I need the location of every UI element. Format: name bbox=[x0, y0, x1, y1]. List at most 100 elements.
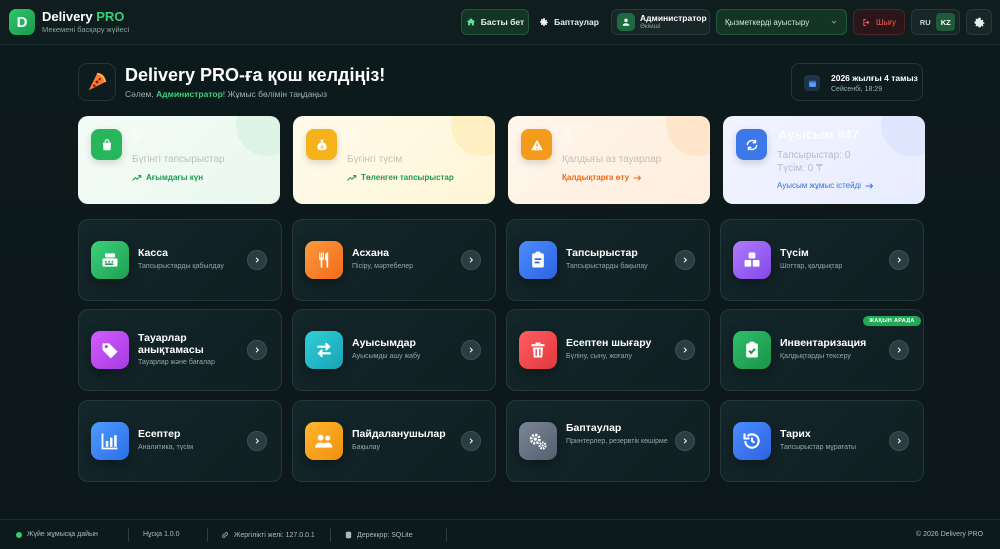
stat-label: Бүгінгі тапсырыстар bbox=[132, 154, 225, 165]
tile-write-off[interactable]: Есептен шығару Бүліну, сыну, жоғалу bbox=[506, 309, 710, 391]
clipboard-icon bbox=[519, 241, 557, 279]
lang-ru-button[interactable]: RU bbox=[916, 13, 935, 31]
top-header: D Delivery PRO Мекемені басқару жүйесі Б… bbox=[0, 0, 1000, 45]
database-icon bbox=[345, 531, 352, 539]
tile-title: Тапсырыстар bbox=[566, 247, 638, 259]
tile-title: Тауарлар анықтамасы bbox=[138, 332, 204, 357]
tile-history[interactable]: Тарих Тапсырыстар мұрағаты bbox=[720, 400, 924, 482]
stat-value: 0 bbox=[348, 127, 356, 143]
pizza-icon bbox=[78, 63, 116, 101]
version-info: Нұсқа 1.0.0 bbox=[143, 531, 180, 538]
stat-label: Бүгінгі түсім bbox=[347, 154, 403, 165]
arrow-right-icon bbox=[633, 174, 642, 181]
money-bag-icon: $ bbox=[306, 129, 337, 160]
refresh-icon bbox=[736, 129, 767, 160]
trend-up-icon bbox=[347, 174, 357, 181]
chevron-right-icon[interactable] bbox=[247, 250, 267, 270]
settings-button[interactable]: Баптаулар bbox=[535, 9, 603, 35]
logout-button[interactable]: Шығу bbox=[853, 9, 905, 35]
tile-description: Аналитика, түсім bbox=[138, 444, 194, 451]
tile-description: Тапсырыстарды қабылдау bbox=[138, 263, 224, 270]
chevron-right-icon[interactable] bbox=[247, 340, 267, 360]
warning-icon bbox=[521, 129, 552, 160]
stat-value: 0 bbox=[563, 127, 571, 143]
stat-card-shift: Ауысым #47 Тапсырыстар: 0 Түсім: 0 ₸ Ауы… bbox=[723, 116, 925, 204]
trend-up-icon bbox=[132, 174, 142, 181]
chevron-right-icon[interactable] bbox=[675, 340, 695, 360]
history-icon bbox=[733, 422, 771, 460]
tile-title: Тарих bbox=[780, 428, 811, 440]
copyright: © 2026 Delivery PRO bbox=[916, 531, 984, 538]
gear-icon bbox=[974, 17, 984, 27]
stat-link-paid-orders[interactable]: Төленген тапсырыстар bbox=[347, 173, 454, 182]
stat-link-stock[interactable]: Қалдықтарға өту bbox=[562, 173, 642, 182]
tile-title: Түсім bbox=[780, 247, 809, 259]
tile-description: Пісіру, мәртебелер bbox=[352, 263, 413, 270]
svg-text:$: $ bbox=[320, 144, 323, 150]
user-icon bbox=[617, 13, 635, 31]
tile-title: Есептен шығару bbox=[566, 337, 652, 349]
status-footer: Жүйе жұмысқа дайын Нұсқа 1.0.0 Жергілікт… bbox=[0, 519, 1000, 549]
bar-chart-icon bbox=[91, 422, 129, 460]
stat-link-shift[interactable]: Ауысым жұмыс істейді bbox=[777, 181, 874, 190]
app-subtitle: Мекемені басқару жүйесі bbox=[42, 25, 130, 34]
welcome-subtitle: Сәлем, Администратор! Жұмыс бөлімін таңд… bbox=[125, 89, 328, 99]
tile-products-catalog[interactable]: Тауарлар анықтамасы Тауарлар және бағала… bbox=[78, 309, 282, 391]
tile-description: Тапсырыстар мұрағаты bbox=[780, 444, 857, 451]
tile-description: Бүліну, сыну, жоғалу bbox=[566, 353, 632, 360]
cogs-icon bbox=[519, 422, 557, 460]
chevron-right-icon[interactable] bbox=[889, 431, 909, 451]
tile-users[interactable]: Пайдаланушылар Бақылау bbox=[292, 400, 496, 482]
calendar-icon bbox=[804, 75, 820, 91]
tile-shifts[interactable]: Ауысымдар Ауысымды ашу жабу bbox=[292, 309, 496, 391]
tile-description: Бақылау bbox=[352, 444, 380, 451]
lang-kz-button[interactable]: KZ bbox=[936, 13, 956, 31]
tile-settings[interactable]: Баптаулар Принтерлер, резервтік көшірме bbox=[506, 400, 710, 482]
stat-link-today[interactable]: Ағымдағы күн bbox=[132, 173, 203, 182]
shopping-bag-icon bbox=[91, 129, 122, 160]
staff-switch-select[interactable]: Қызметкерді ауыстыру bbox=[716, 9, 847, 35]
utensils-icon bbox=[305, 241, 343, 279]
tile-kitchen[interactable]: Асхана Пісіру, мәртебелер bbox=[292, 219, 496, 301]
stat-card-today-revenue: $ 0 Бүгінгі түсім Төленген тапсырыстар bbox=[293, 116, 495, 204]
coming-soon-badge: ЖАҚЫН АРАДА bbox=[863, 316, 921, 326]
chevron-right-icon[interactable] bbox=[461, 250, 481, 270]
tile-reports[interactable]: Есептер Аналитика, түсім bbox=[78, 400, 282, 482]
tile-title: Баптаулар bbox=[566, 422, 622, 434]
chevron-right-icon[interactable] bbox=[675, 431, 695, 451]
chevron-down-icon bbox=[831, 20, 837, 24]
theme-settings-button[interactable] bbox=[966, 9, 992, 35]
stat-value: 0 bbox=[133, 127, 141, 143]
tile-title: Асхана bbox=[352, 247, 390, 259]
shift-number: Ауысым #47 bbox=[778, 127, 859, 142]
chevron-right-icon[interactable] bbox=[461, 431, 481, 451]
date-text: 2026 жылғы 4 тамыз bbox=[831, 73, 918, 83]
tile-receipts[interactable]: Түсім Шоттар, қалдықтар bbox=[720, 219, 924, 301]
chevron-right-icon[interactable] bbox=[889, 250, 909, 270]
chevron-right-icon[interactable] bbox=[889, 340, 909, 360]
tile-description: Шоттар, қалдықтар bbox=[780, 263, 843, 270]
app-logo: D bbox=[9, 9, 35, 35]
chevron-right-icon[interactable] bbox=[675, 250, 695, 270]
swap-arrows-icon bbox=[305, 331, 343, 369]
tile-title: Касса bbox=[138, 247, 169, 259]
user-role: Әкімші bbox=[640, 23, 661, 31]
network-info: Жергілікті желі: 127.0.0.1 bbox=[221, 531, 315, 539]
stat-card-today-orders: 0 Бүгінгі тапсырыстар Ағымдағы күн bbox=[78, 116, 280, 204]
stat-card-low-stock: 0 Қалдығы аз тауарлар Қалдықтарға өту bbox=[508, 116, 710, 204]
language-switcher: RU KZ bbox=[911, 9, 960, 35]
boxes-icon bbox=[733, 241, 771, 279]
tag-icon bbox=[91, 331, 129, 369]
user-profile[interactable]: Администратор Әкімші bbox=[611, 9, 710, 35]
database-info: Дерекқор: SQLite bbox=[345, 531, 413, 539]
chevron-right-icon[interactable] bbox=[247, 431, 267, 451]
tile-orders[interactable]: Тапсырыстар Тапсырыстарды бақылау bbox=[506, 219, 710, 301]
tile-title: Инвентаризация bbox=[780, 337, 867, 349]
page-title: Delivery PRO-ға қош келдіңіз! bbox=[125, 65, 386, 85]
home-button[interactable]: Басты бет bbox=[461, 9, 529, 35]
tile-cashier[interactable]: Касса Тапсырыстарды қабылдау bbox=[78, 219, 282, 301]
tile-title: Ауысымдар bbox=[352, 337, 416, 349]
status-dot-icon bbox=[16, 531, 22, 538]
shift-orders: Тапсырыстар: 0 bbox=[777, 150, 851, 161]
chevron-right-icon[interactable] bbox=[461, 340, 481, 360]
